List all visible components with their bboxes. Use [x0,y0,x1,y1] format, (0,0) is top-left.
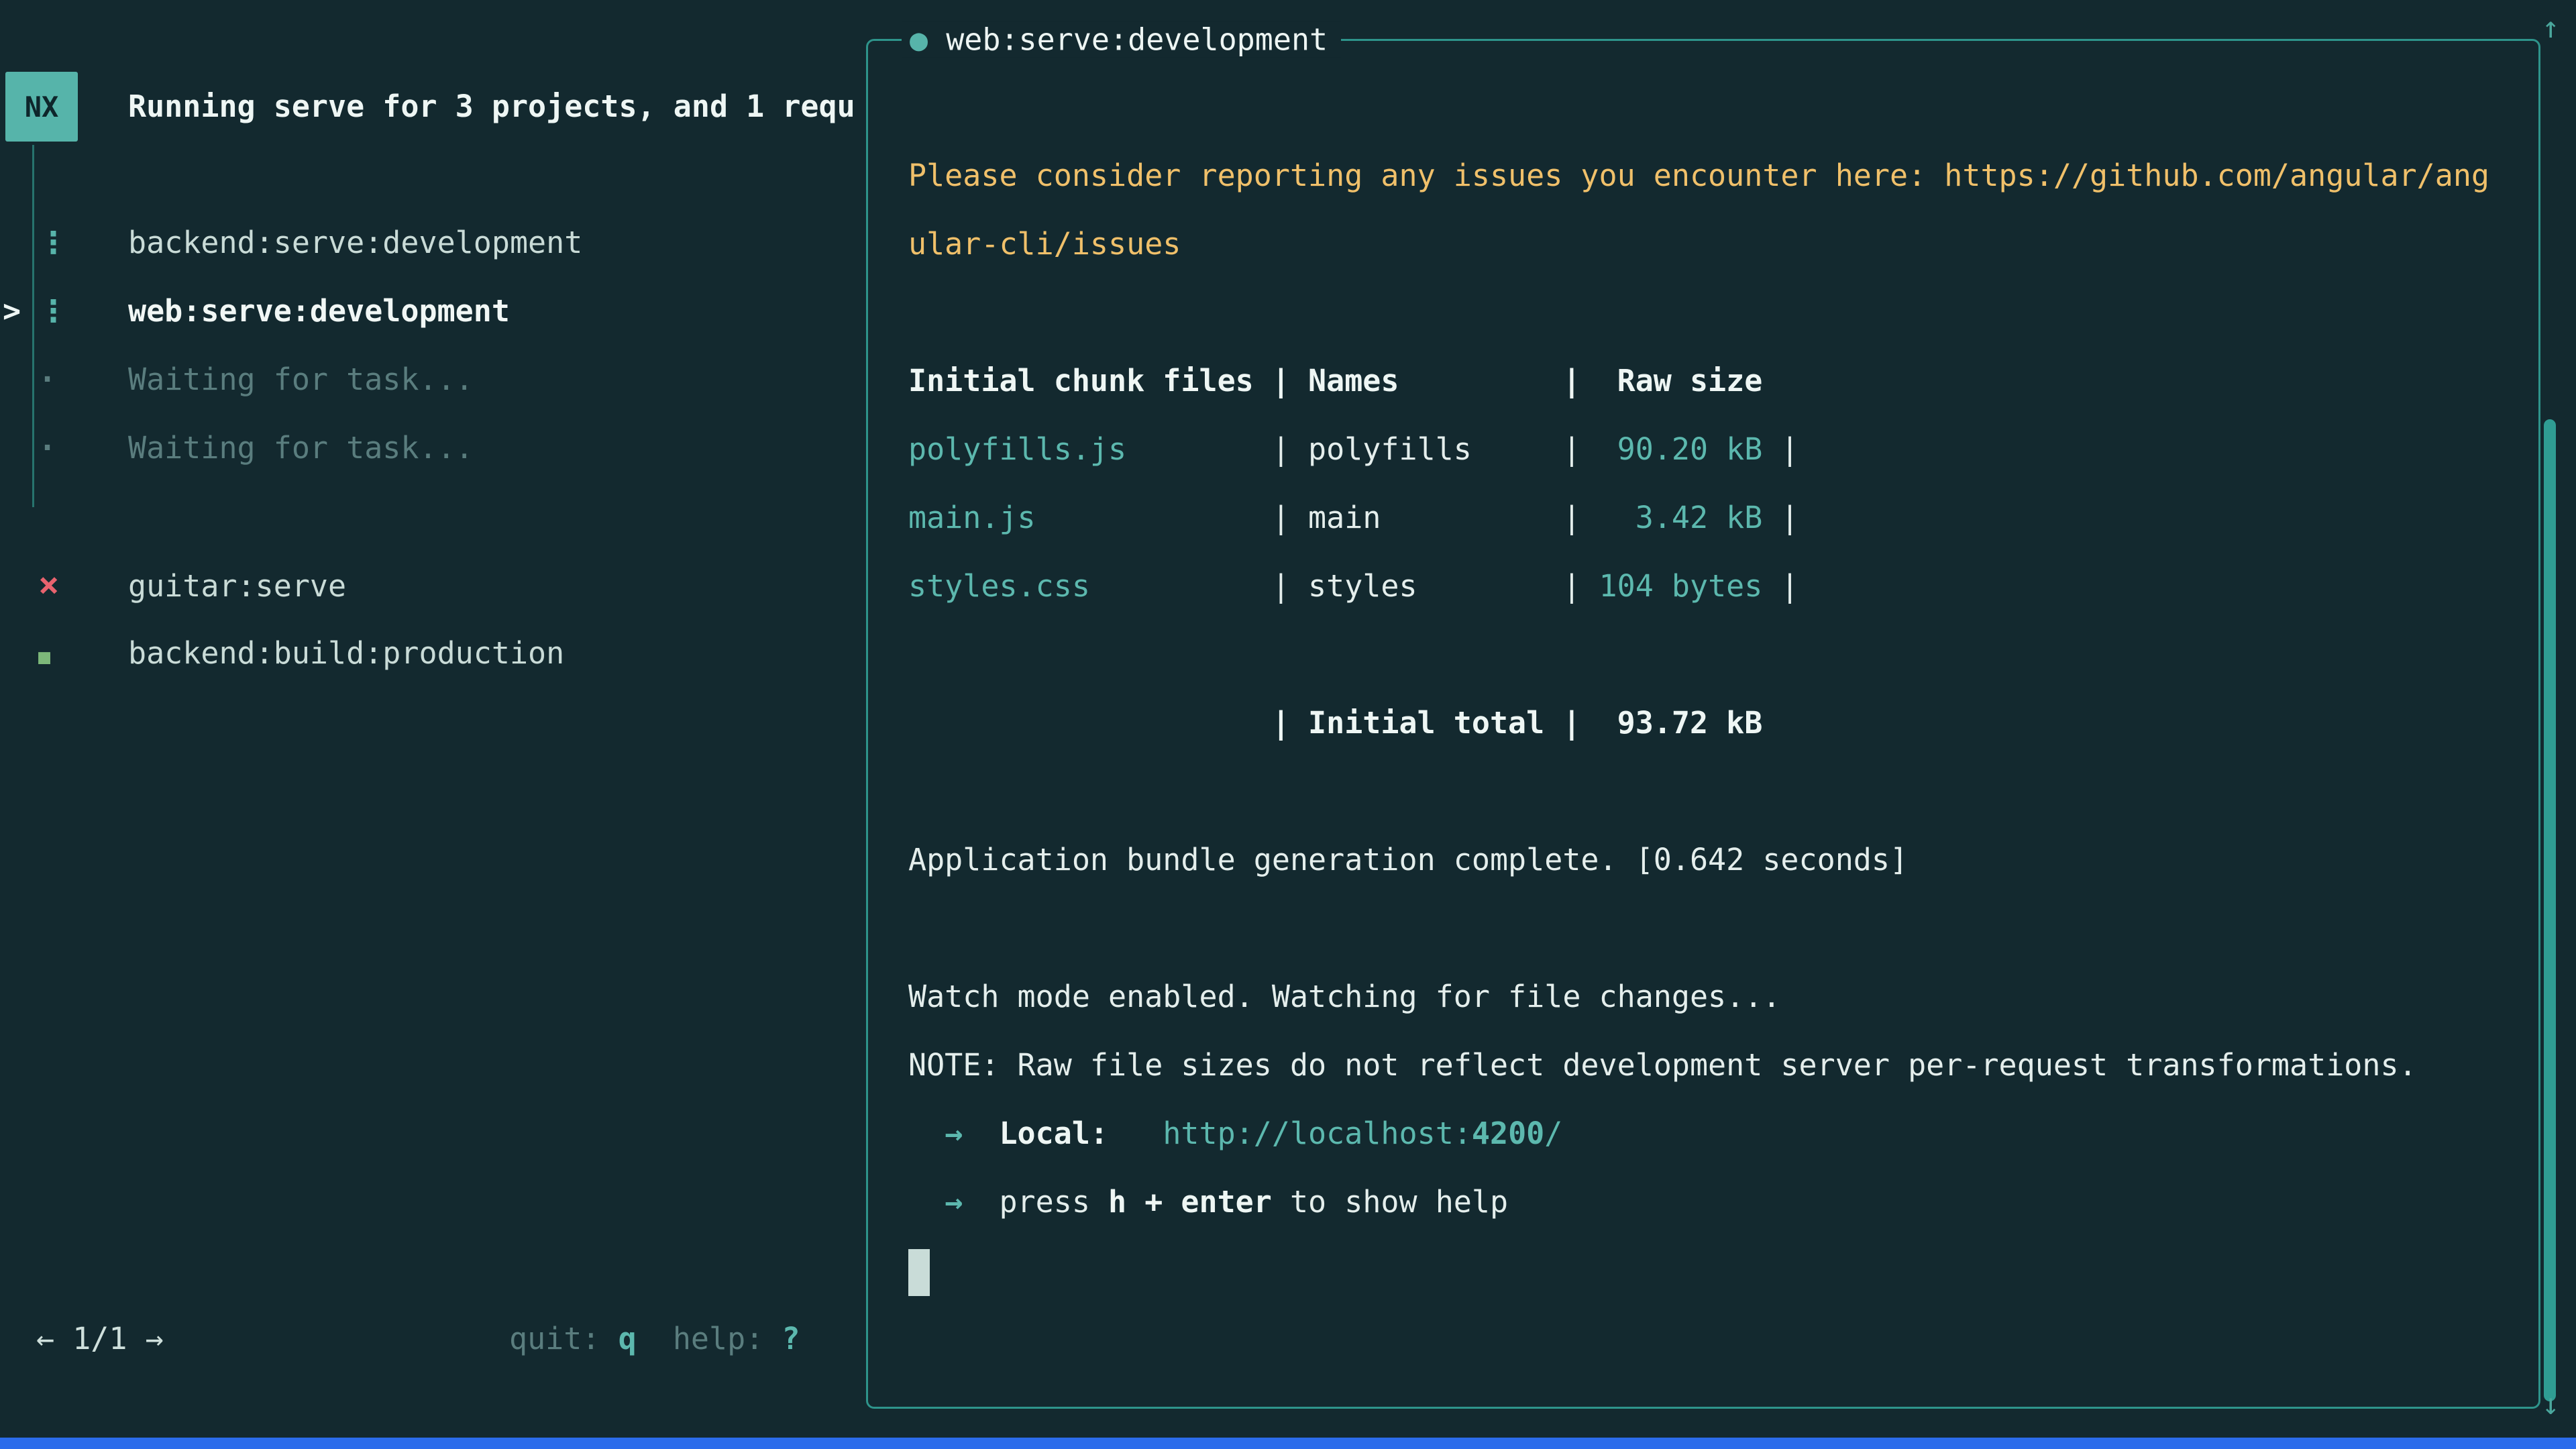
task-label: web:serve:development [128,293,510,329]
terminal-line: polyfills.js | polyfills | 90.20 kB | [908,415,2518,484]
terminal-text: Watch mode enabled. Watching for file ch… [908,979,1780,1014]
hint-text: ? [782,1321,800,1356]
app-title: Running serve for 3 projects, and 1 requ [128,72,855,142]
terminal-cursor [908,1249,930,1296]
terminal-text: polyfills.js [908,431,1126,467]
scroll-up-arrow-icon[interactable]: ↑ [2542,8,2560,48]
pagination: ← 1/1 → [36,1305,164,1373]
terminal-line: NOTE: Raw file sizes do not reflect deve… [908,1031,2518,1099]
terminal-line: Initial chunk files | Names | Raw size [908,347,2518,415]
page-next-arrow-icon[interactable]: → [146,1321,164,1356]
terminal-text: | [1762,568,1799,604]
terminal-line [908,757,2518,826]
terminal-text: 104 bytes [1599,568,1763,604]
spinner-icon: ⋮ [38,277,128,345]
scrollbar-thumb[interactable] [2544,419,2556,1401]
task-row-waiting-for-task-[interactable]: ·Waiting for task... [0,414,845,482]
hint-text: q [619,1321,637,1356]
scroll-down-arrow-icon[interactable]: ↓ [2542,1385,2560,1425]
terminal-line: ular-cli/issues [908,210,2518,278]
terminal-text: | main | [1036,500,1635,535]
task-label: guitar:serve [128,568,346,604]
task-row-waiting-for-task-[interactable]: ·Waiting for task... [0,345,845,414]
task-label: Waiting for task... [128,362,474,397]
terminal-line: Application bundle generation complete. … [908,826,2518,894]
terminal-line [908,278,2518,347]
page-count: 1/1 [72,1321,127,1356]
terminal-line: | Initial total | 93.72 kB [908,689,2518,757]
page-prev-arrow-icon[interactable]: ← [36,1321,54,1356]
task-label: backend:build:production [128,635,564,671]
cross-icon: × [38,551,128,619]
terminal-output: Please consider reporting any issues you… [908,142,2518,1305]
terminal-line: main.js | main | 3.42 kB | [908,484,2518,552]
hint-text: help: [637,1321,782,1356]
page-spacer [127,1321,145,1356]
terminal-text [908,1116,945,1151]
terminal-text: | polyfills | [1126,431,1617,467]
local-url-slash[interactable]: / [1544,1116,1562,1151]
terminal-text: → [945,1184,963,1220]
terminal-text: main.js [908,500,1036,535]
task-output-panel: ● web:serve:development Please consider … [866,39,2540,1409]
task-label: backend:serve:development [128,225,582,260]
terminal-text [963,1116,999,1151]
local-url-port[interactable]: 4200 [1472,1116,1544,1151]
task-row-backend-build-production[interactable]: ■backend:build:production [0,619,845,688]
status-bullet-icon: ● [910,21,928,57]
square-icon: ■ [38,623,128,692]
terminal-text: 90.20 kB [1617,431,1763,467]
hint-text: quit: [509,1321,619,1356]
terminal-text [908,1184,945,1220]
terminal-text: press [963,1184,1108,1220]
terminal-line: → press h + enter to show help [908,1168,2518,1236]
local-url-link[interactable]: http://localhost: [1163,1116,1472,1151]
terminal-line: Please consider reporting any issues you… [908,142,2518,210]
selection-chevron-icon: > [3,277,21,345]
task-list: ⋮backend:serve:development>⋮web:serve:de… [0,209,845,482]
keyboard-hints: quit: q help: ? [509,1305,800,1373]
terminal-text: Initial chunk files | Names | Raw size [908,363,1762,398]
terminal-line: Watch mode enabled. Watching for file ch… [908,963,2518,1031]
terminal-text: h + enter [1108,1184,1272,1220]
terminal-text: Application bundle generation complete. … [908,842,1908,877]
terminal-text: ular-cli/issues [908,226,1181,262]
terminal-text: | [1762,431,1799,467]
panel-title-label [928,21,946,57]
dot-icon: · [38,414,128,482]
task-row-guitar-serve[interactable]: ×guitar:serve [0,551,845,619]
terminal-line: → Local: http://localhost:4200/ [908,1099,2518,1168]
terminal-text: | Initial total | 93.72 kB [908,705,1762,741]
spinner-icon: ⋮ [38,209,128,277]
terminal-text [1108,1116,1163,1151]
terminal-text: NOTE: Raw file sizes do not reflect deve… [908,1047,2417,1083]
dot-icon: · [38,345,128,414]
task-row-web-serve-development[interactable]: >⋮web:serve:development [0,277,845,345]
bottom-blue-bar [0,1438,2576,1449]
terminal-text: → [945,1116,963,1151]
page-indicator [54,1321,72,1356]
panel-title-text: web:serve:development [946,21,1328,57]
terminal-line [908,1236,2518,1305]
terminal-text: Local: [999,1116,1108,1151]
panel-title: ● web:serve:development [902,21,1341,57]
terminal-line [908,621,2518,689]
task-label: Waiting for task... [128,430,474,466]
terminal-text: to show help [1272,1184,1508,1220]
terminal-text: | [1762,500,1799,535]
terminal-text: 3.42 kB [1635,500,1763,535]
task-row-backend-serve-development[interactable]: ⋮backend:serve:development [0,209,845,277]
terminal-text: styles.css [908,568,1090,604]
terminal-text: Please consider reporting any issues you… [908,158,2489,193]
terminal-text: | styles | [1090,568,1599,604]
finished-task-list: ×guitar:serve■backend:build:production [0,551,845,688]
terminal-line [908,894,2518,963]
nx-logo-badge: NX [5,72,78,142]
terminal-line: styles.css | styles | 104 bytes | [908,552,2518,621]
